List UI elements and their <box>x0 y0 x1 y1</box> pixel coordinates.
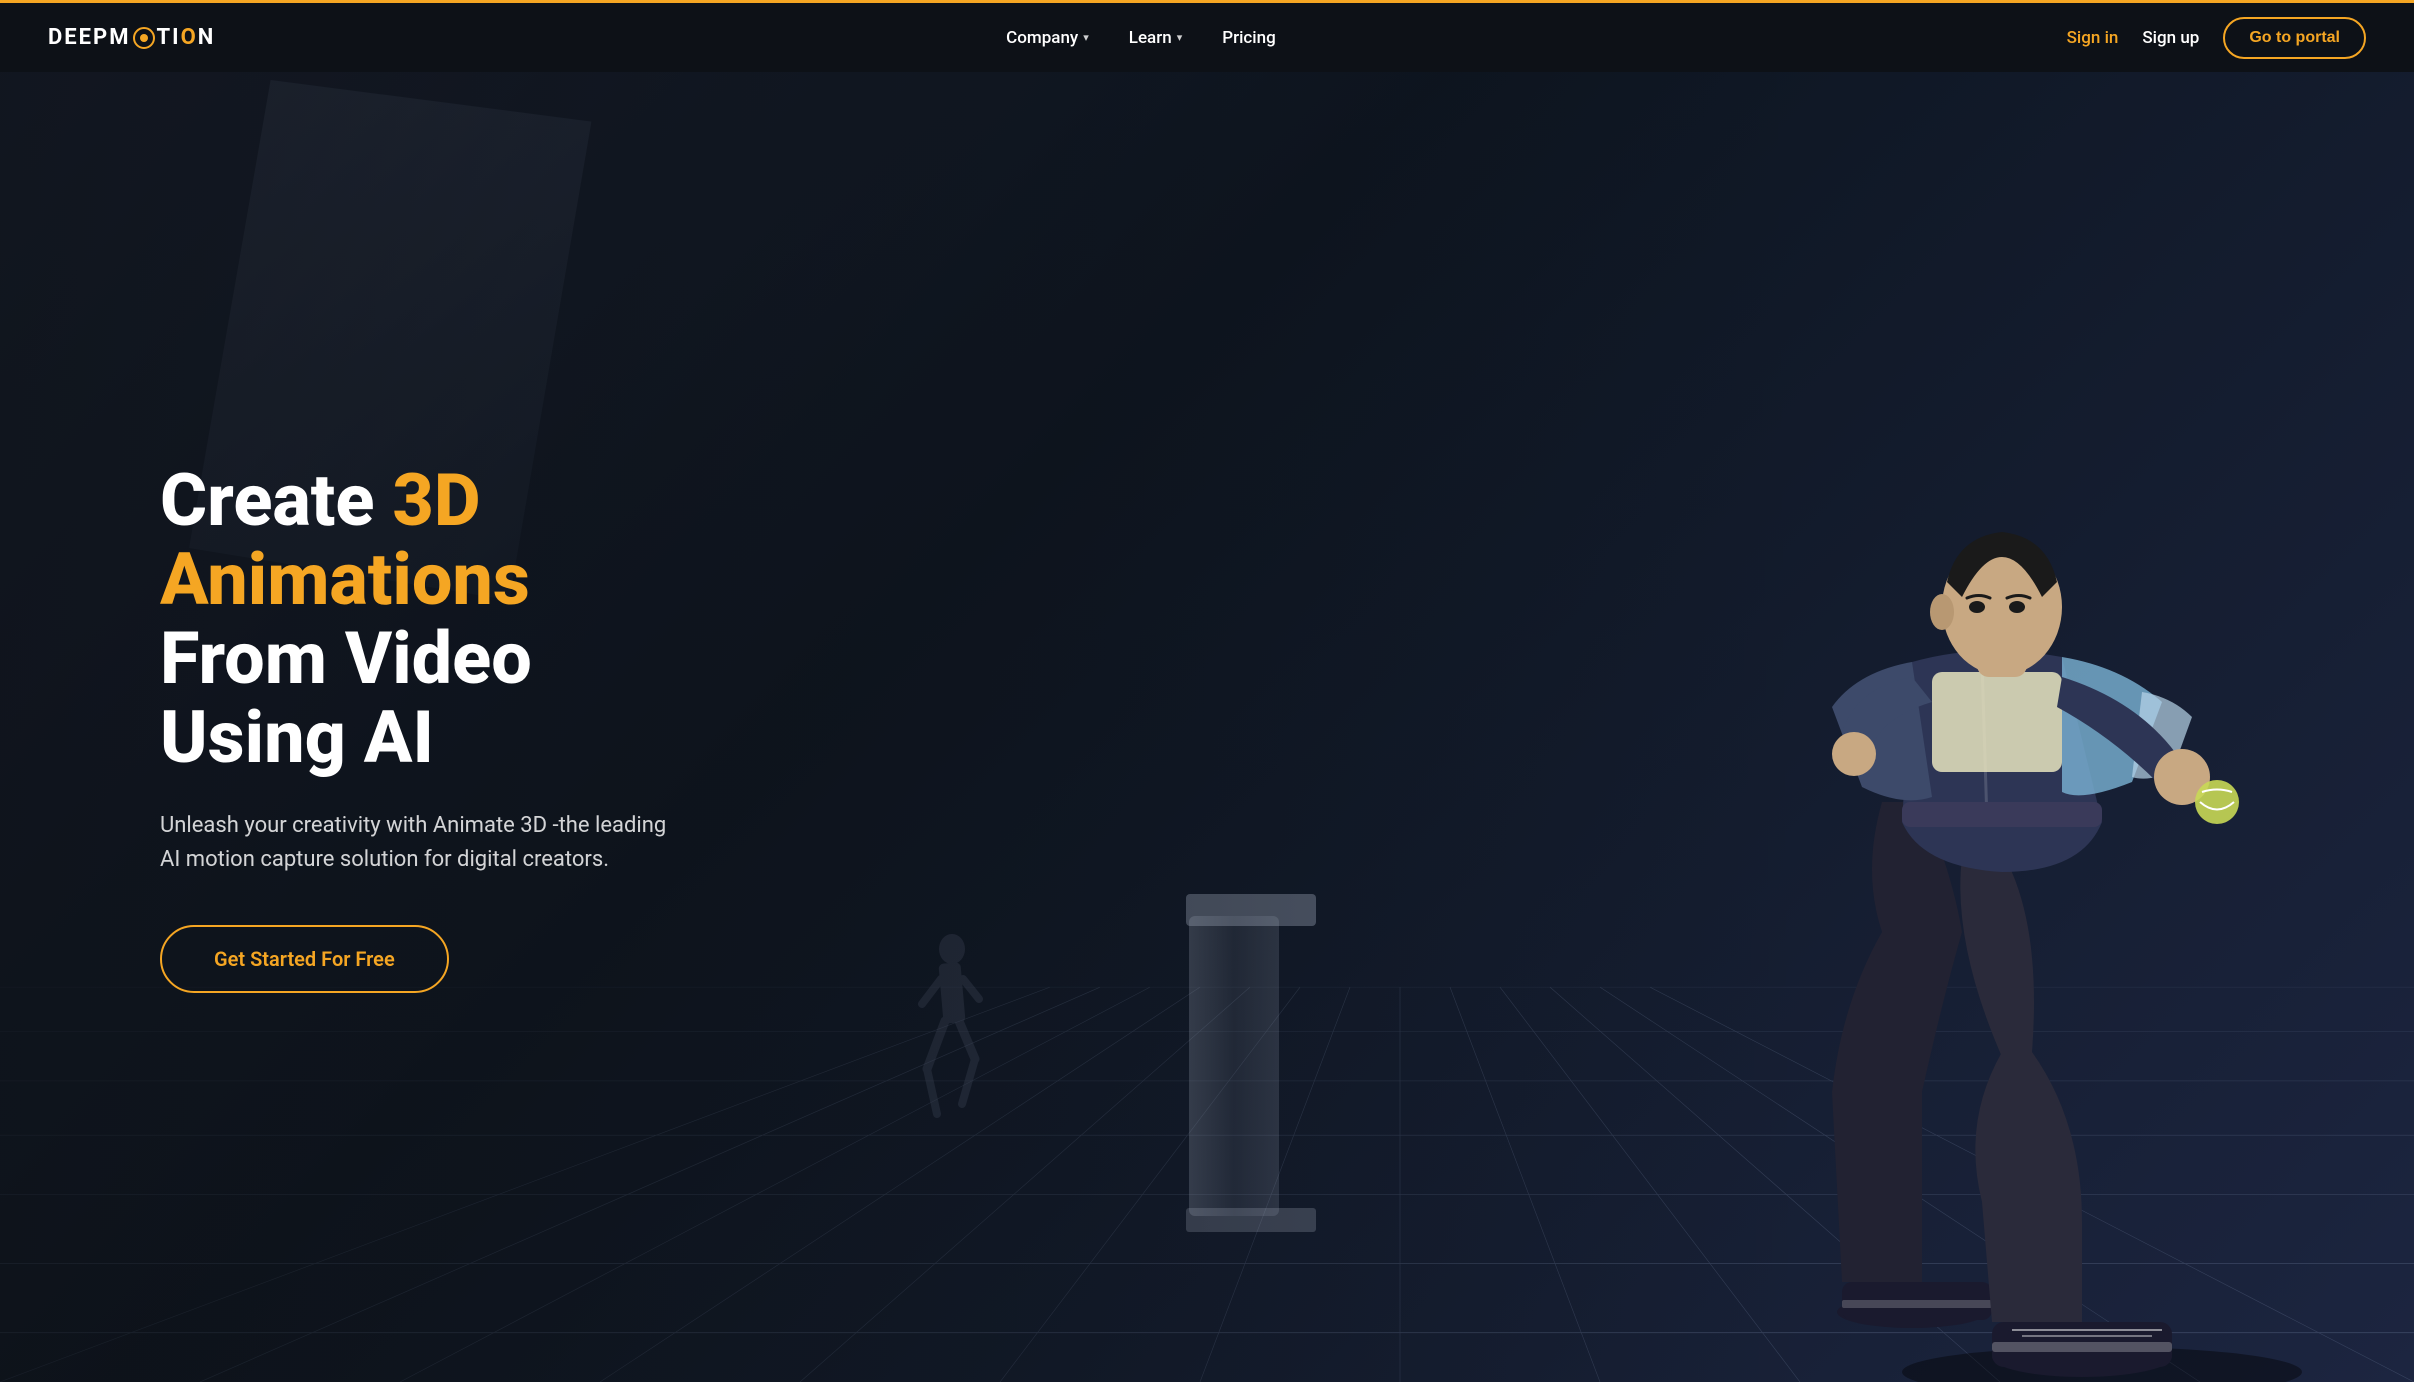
sign-in-link[interactable]: Sign in <box>2067 28 2119 48</box>
logo-circle-icon <box>133 27 155 49</box>
sign-up-link[interactable]: Sign up <box>2142 28 2199 48</box>
chevron-down-icon: ▾ <box>1083 31 1089 44</box>
main-nav: DEEPM TI O N Company ▾ Learn ▾ Pricing S… <box>0 0 2414 72</box>
chevron-down-icon: ▾ <box>1177 31 1183 44</box>
nav-right: Sign in Sign up Go to portal <box>2067 17 2366 59</box>
hero-subtext: Unleash your creativity with Animate 3D … <box>160 809 680 877</box>
nav-item-company[interactable]: Company ▾ <box>1006 28 1089 48</box>
logo-text: DEEPM TI O N <box>48 25 215 50</box>
go-to-portal-button[interactable]: Go to portal <box>2223 17 2366 59</box>
hero-section: Create 3D Animations From Video Using AI… <box>0 0 2414 1382</box>
nav-center: Company ▾ Learn ▾ Pricing <box>1006 28 1276 48</box>
hero-content: Create 3D Animations From Video Using AI… <box>0 389 680 994</box>
logo[interactable]: DEEPM TI O N <box>48 25 215 50</box>
hero-headline: Create 3D Animations From Video Using AI <box>160 461 680 778</box>
nav-item-pricing[interactable]: Pricing <box>1222 28 1276 48</box>
get-started-button[interactable]: Get Started For Free <box>160 925 449 993</box>
nav-item-learn[interactable]: Learn ▾ <box>1129 28 1182 48</box>
